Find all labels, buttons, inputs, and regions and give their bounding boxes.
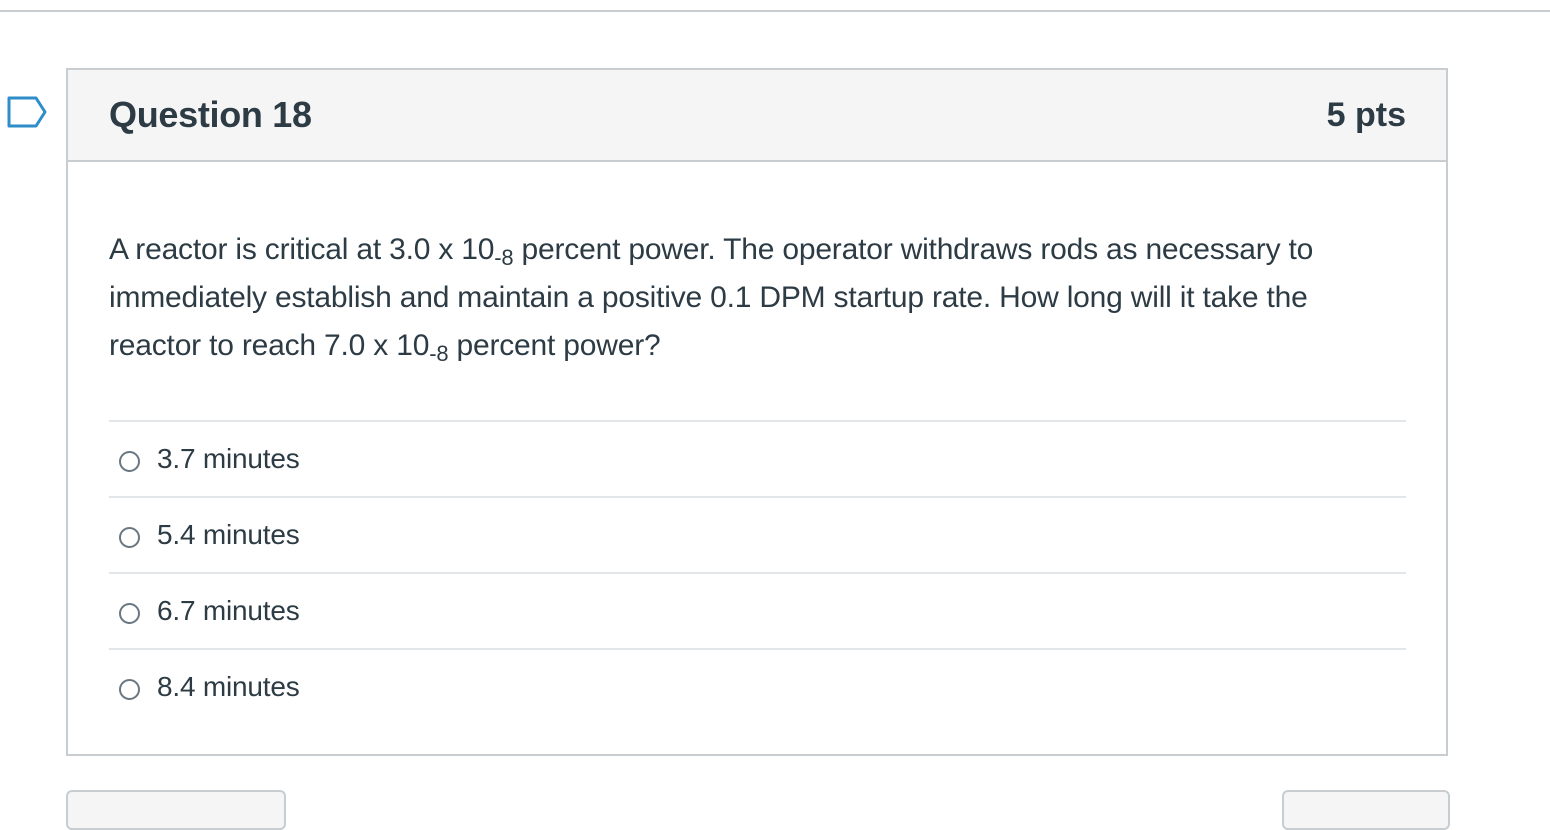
answer-label: 8.4 minutes — [157, 671, 300, 702]
answer-option[interactable]: 8.4 minutes — [109, 650, 1406, 724]
question-body: A reactor is critical at 3.0 x 10-8 perc… — [68, 162, 1446, 724]
question-text-part: percent power? — [448, 329, 661, 362]
radio-button-icon[interactable] — [119, 602, 140, 624]
answer-list: 3.7 minutes 5.4 minutes 6.7 minutes 8.4 … — [109, 420, 1406, 724]
exponent: -8 — [494, 245, 514, 270]
question-header: Question 18 5 pts — [68, 70, 1446, 162]
radio-button-icon[interactable] — [119, 526, 140, 548]
answer-option[interactable]: 3.7 minutes — [109, 422, 1406, 498]
question-text: A reactor is critical at 3.0 x 10-8 perc… — [109, 226, 1406, 370]
answer-label: 6.7 minutes — [157, 595, 300, 626]
radio-button-icon[interactable] — [119, 678, 140, 700]
question-points: 5 pts — [1326, 95, 1406, 134]
previous-button[interactable] — [66, 790, 286, 830]
answer-option[interactable]: 5.4 minutes — [109, 498, 1406, 574]
exponent: -8 — [429, 341, 449, 366]
flag-question-icon[interactable] — [6, 95, 48, 129]
answer-option[interactable]: 6.7 minutes — [109, 574, 1406, 650]
answer-label: 5.4 minutes — [157, 519, 300, 550]
top-divider — [0, 10, 1550, 12]
question-title: Question 18 — [109, 94, 312, 135]
answer-label: 3.7 minutes — [157, 443, 300, 474]
question-text-part: A reactor is critical at 3.0 x 10 — [109, 233, 495, 266]
question-card: Question 18 5 pts A reactor is critical … — [66, 68, 1448, 756]
next-button[interactable] — [1282, 790, 1450, 830]
radio-button-icon[interactable] — [119, 450, 140, 472]
